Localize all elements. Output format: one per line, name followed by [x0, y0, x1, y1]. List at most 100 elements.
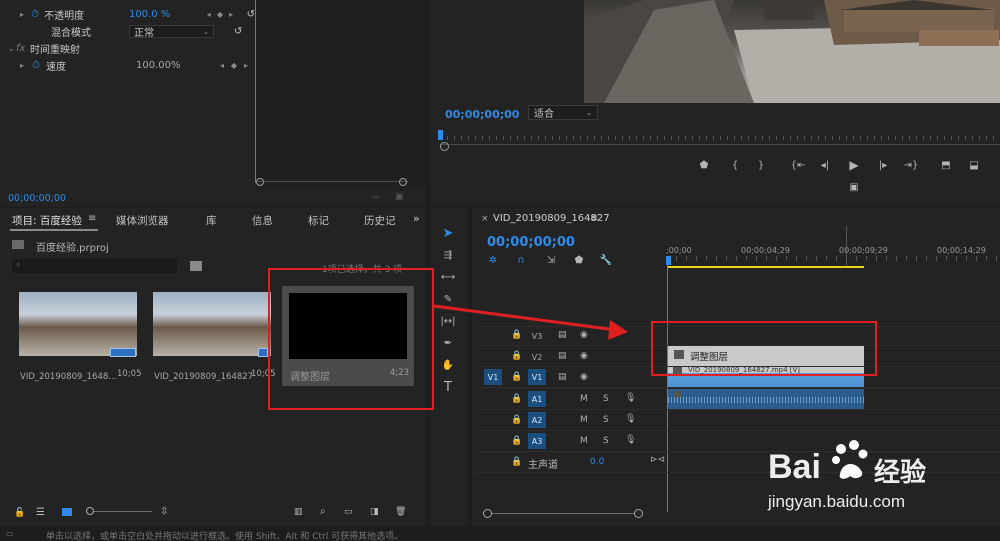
reset-icon[interactable]: ↺ — [234, 26, 242, 37]
hand-tool-icon[interactable]: ✋ — [440, 358, 456, 372]
track-select-tool-icon[interactable]: ⇶ — [440, 248, 456, 262]
timeline-ruler-ticks[interactable] — [666, 256, 1000, 261]
close-icon[interactable]: × — [481, 214, 489, 224]
panel-menu-icon[interactable]: ≡ — [88, 213, 96, 224]
list-view-icon[interactable]: ☰ — [36, 507, 45, 518]
project-search-field[interactable]: ⌕ — [12, 259, 177, 273]
program-time-ruler[interactable] — [438, 128, 1000, 148]
program-timecode[interactable]: 00;00;00;00 — [445, 108, 519, 121]
scroll-handle-left[interactable] — [483, 509, 492, 518]
track-lock-icon[interactable]: 🔒 — [511, 436, 522, 446]
scroll-handle-right[interactable] — [634, 509, 643, 518]
go-to-in-icon[interactable]: {⇤ — [790, 159, 806, 171]
mute-button[interactable]: M — [580, 394, 588, 404]
sort-icon[interactable]: ⇳ — [160, 506, 168, 517]
go-to-out-icon[interactable]: ⇥} — [903, 159, 919, 171]
blend-mode-select[interactable]: 正常 ⌄ — [129, 25, 214, 39]
selection-tool-icon[interactable]: ➤ — [440, 226, 456, 241]
opacity-value[interactable]: 100.0 % — [129, 9, 203, 20]
add-marker-icon[interactable]: ⬟ — [573, 254, 585, 266]
linked-selection-icon[interactable]: ⇲ — [544, 254, 558, 266]
track-name-a2[interactable]: A2 — [528, 412, 546, 428]
new-bin-icon[interactable]: ▭ — [344, 507, 353, 517]
eye-icon[interactable]: ◉ — [580, 351, 588, 361]
timeline-timecode[interactable]: 00;00;00;00 — [487, 235, 575, 250]
wrench-icon[interactable]: 🔧 — [600, 254, 612, 266]
play-icon[interactable]: ▶ — [847, 158, 861, 172]
stopwatch-icon[interactable]: ⏱ — [31, 9, 44, 20]
snap-icon[interactable]: ∩ — [514, 254, 528, 266]
track-lock-icon[interactable]: 🔒 — [511, 372, 522, 382]
track-name-a1[interactable]: A1 — [528, 391, 546, 407]
ripple-edit-tool-icon[interactable]: ⟷ — [440, 270, 456, 284]
settings-icon[interactable]: ▣ — [395, 192, 404, 202]
icon-view-icon[interactable] — [62, 508, 72, 516]
solo-button[interactable]: S — [603, 436, 609, 446]
solo-button[interactable]: S — [603, 394, 609, 404]
ec-timecode[interactable]: 00;00;00;00 — [8, 193, 66, 204]
tab-history[interactable]: 历史记 — [364, 213, 396, 228]
zoom-slider-handle[interactable] — [86, 507, 94, 515]
find-icon[interactable]: ⌕ — [320, 506, 326, 517]
speed-value[interactable]: 100.00% — [136, 60, 216, 71]
mark-out-icon[interactable]: } — [755, 159, 767, 171]
sync-lock-icon[interactable]: ▤ — [558, 351, 567, 361]
mute-button[interactable]: M — [580, 436, 588, 446]
step-forward-icon[interactable]: |▸ — [876, 159, 890, 171]
collapse-arrow-icon[interactable]: ⌄ — [8, 44, 16, 53]
automate-icon[interactable]: ▥ — [294, 507, 303, 517]
sync-lock-icon[interactable]: ▤ — [558, 372, 567, 382]
solo-button[interactable]: S — [603, 415, 609, 425]
reset-icon[interactable]: ↺ — [247, 9, 255, 20]
export-frame-icon[interactable]: ⇨ — [372, 193, 380, 203]
program-playhead[interactable] — [438, 130, 443, 140]
panel-menu-icon[interactable]: ≡ — [590, 213, 598, 224]
scroll-handle-right[interactable] — [399, 178, 407, 186]
microphone-icon[interactable]: 🎙 — [625, 414, 636, 424]
project-item[interactable]: VID_20190809_164827 10;05 — [148, 286, 276, 386]
prev-keyframe-icon[interactable]: ◂ — [203, 10, 214, 19]
prev-keyframe-icon[interactable]: ◂ — [216, 61, 228, 70]
extract-icon[interactable]: ⬓ — [966, 159, 982, 171]
mute-button[interactable]: M — [580, 415, 588, 425]
tab-project[interactable]: 项目: 百度经验 — [12, 213, 82, 228]
add-keyframe-icon[interactable]: ◆ — [228, 61, 240, 70]
more-tabs-icon[interactable]: » — [413, 212, 420, 225]
tab-markers[interactable]: 标记 — [308, 213, 329, 228]
master-track-value[interactable]: 0.0 — [590, 457, 604, 467]
track-name-v1[interactable]: V1 — [528, 369, 546, 385]
new-search-bin-icon[interactable] — [190, 261, 202, 271]
scroll-handle-left[interactable] — [256, 178, 264, 186]
source-patch-v1[interactable]: V1 — [484, 369, 502, 385]
microphone-icon[interactable]: 🎙 — [625, 393, 636, 403]
next-keyframe-icon[interactable]: ▸ — [240, 61, 252, 70]
next-keyframe-icon[interactable]: ▸ — [226, 10, 237, 19]
lock-icon[interactable]: 🔓 — [14, 508, 25, 518]
program-scroll-handle[interactable] — [440, 142, 449, 151]
ec-scrollbar[interactable] — [258, 181, 408, 187]
track-lock-icon[interactable]: 🔒 — [511, 351, 522, 361]
microphone-icon[interactable]: 🎙 — [625, 435, 636, 445]
type-tool-icon[interactable]: T — [440, 380, 456, 395]
go-to-end-icon[interactable]: ⊳⊲ — [650, 455, 665, 465]
new-item-icon[interactable]: ◨ — [370, 507, 379, 517]
expand-arrow-icon[interactable]: ▸ — [20, 10, 31, 19]
tab-info[interactable]: 信息 — [252, 213, 273, 228]
work-area-bar[interactable] — [668, 266, 864, 268]
trash-icon[interactable]: 🗑 — [395, 507, 406, 517]
mark-in-icon[interactable]: { — [729, 159, 741, 171]
track-name-a3[interactable]: A3 — [528, 433, 546, 449]
zoom-slider[interactable] — [86, 511, 152, 512]
track-lock-icon[interactable]: 🔒 — [511, 394, 522, 404]
tab-media-browser[interactable]: 媒体浏览器 — [116, 213, 169, 228]
export-frame-icon[interactable]: ▣ — [847, 181, 861, 193]
add-keyframe-icon[interactable]: ◆ — [214, 10, 225, 19]
nest-icon[interactable]: ✲ — [486, 254, 500, 266]
add-marker-icon[interactable]: ⬟ — [698, 159, 710, 171]
project-item[interactable]: VID_20190809_1648... 10;05 — [14, 286, 142, 386]
audio-clip[interactable] — [668, 389, 864, 409]
track-name-v2[interactable]: V2 — [528, 349, 546, 365]
tab-library[interactable]: 库 — [206, 213, 217, 228]
expand-arrow-icon[interactable]: ▸ — [20, 61, 32, 70]
track-lock-icon[interactable]: 🔒 — [511, 457, 522, 467]
